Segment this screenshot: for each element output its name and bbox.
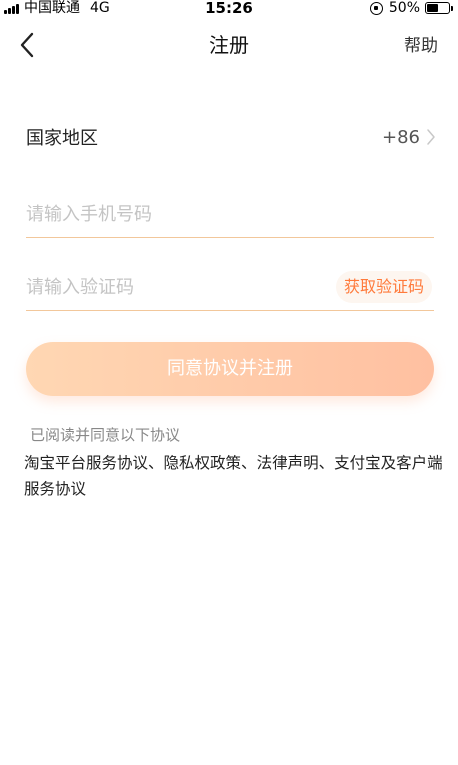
rotation-lock-icon bbox=[369, 1, 383, 15]
phone-field bbox=[26, 192, 434, 238]
status-right: 50% bbox=[369, 0, 453, 16]
verification-code-input[interactable] bbox=[26, 265, 306, 309]
country-code: +86 bbox=[382, 126, 420, 148]
agreement-link-legal[interactable]: 法律声明 bbox=[257, 454, 319, 472]
battery-icon bbox=[425, 2, 453, 14]
status-bar: 中国联通 4G 15:26 50% bbox=[0, 0, 458, 18]
help-button[interactable]: 帮助 bbox=[404, 34, 438, 58]
agreement-links: 淘宝平台服务协议、隐私权政策、法律声明、支付宝及客户端服务协议 bbox=[24, 450, 444, 502]
page-title: 注册 bbox=[209, 33, 249, 57]
chevron-right-icon bbox=[427, 129, 435, 145]
battery-percent: 50% bbox=[388, 0, 420, 16]
phone-input[interactable] bbox=[26, 192, 306, 236]
agreement-link-privacy[interactable]: 隐私权政策 bbox=[164, 454, 242, 472]
verification-code-field: 获取验证码 bbox=[26, 265, 434, 311]
register-screen: 中国联通 4G 15:26 50% 注册 帮助 国家地区 +86 请输入手机号码… bbox=[0, 0, 458, 765]
agreement-separator: 、 bbox=[318, 454, 335, 472]
agreement-separator: 、 bbox=[241, 454, 257, 472]
region-label: 国家地区 bbox=[26, 128, 98, 149]
region-value: +86 bbox=[382, 127, 436, 148]
get-code-button[interactable]: 获取验证码 bbox=[335, 271, 432, 303]
agree-and-register-button[interactable]: 同意协议并注册 bbox=[26, 342, 434, 396]
country-region-selector[interactable]: 国家地区 +86 bbox=[26, 117, 436, 157]
agreement-separator: 、 bbox=[148, 454, 164, 472]
agreement-link-platform[interactable]: 淘宝平台服务协议 bbox=[24, 454, 148, 472]
agreement-caption: 已阅读并同意以下协议 bbox=[30, 426, 181, 444]
nav-bar: 注册 帮助 bbox=[0, 18, 458, 74]
